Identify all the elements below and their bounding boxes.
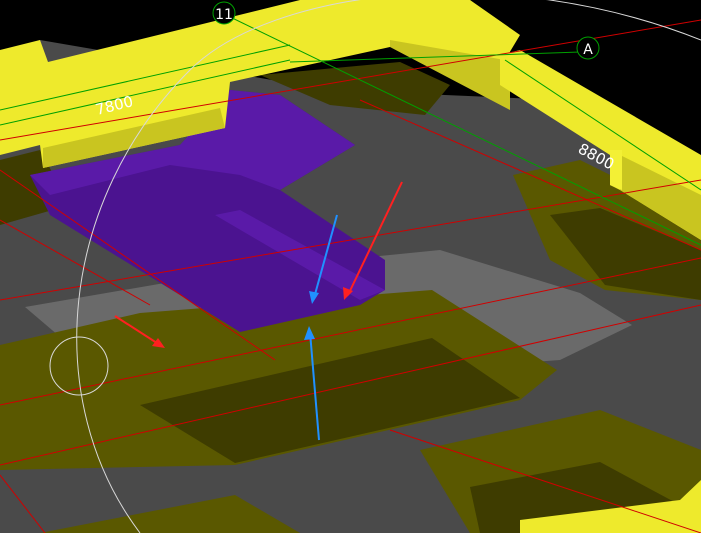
3d-scene[interactable]: 11 A 7800 8800 [0, 0, 701, 533]
grid-axis-bubble-a[interactable]: A [576, 36, 600, 60]
3d-viewport[interactable]: 11 A 7800 8800 [0, 0, 701, 533]
grid-axis-label-a: A [583, 42, 593, 58]
grid-axis-bubble-11[interactable]: 11 [212, 1, 236, 25]
grid-axis-label-11: 11 [215, 7, 233, 23]
